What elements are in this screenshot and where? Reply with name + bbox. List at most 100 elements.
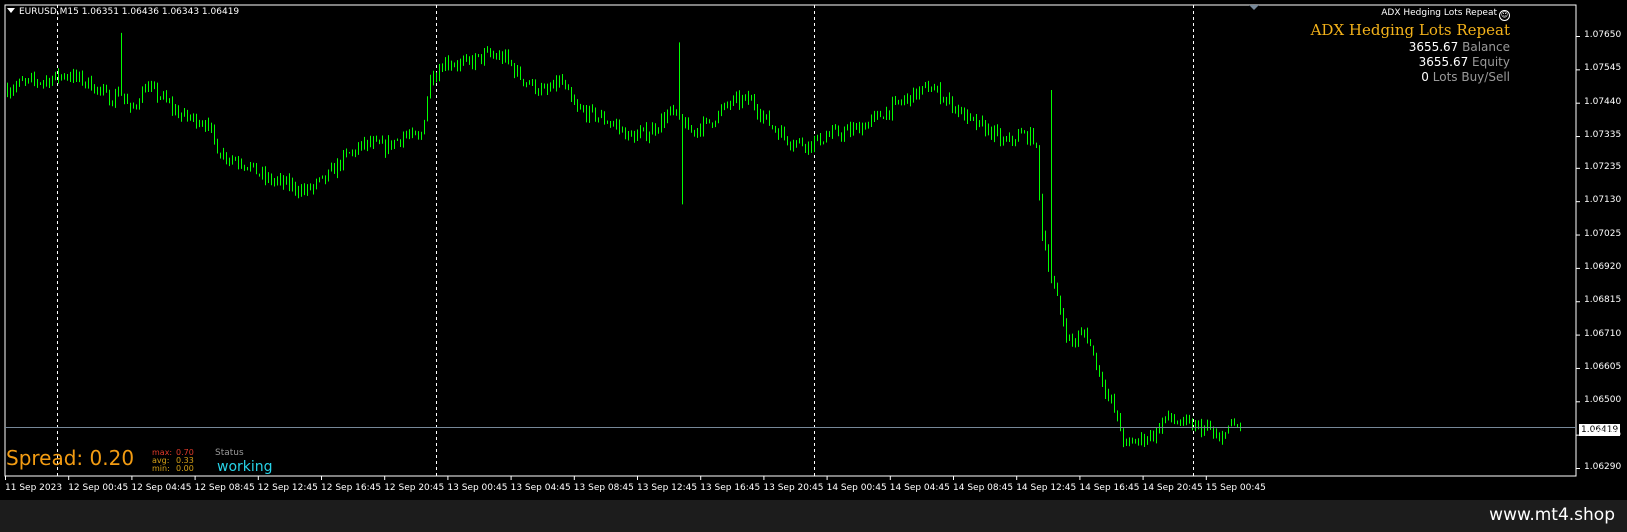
candle-body	[1087, 331, 1088, 342]
candle-body	[898, 100, 899, 103]
candle-body	[547, 87, 548, 90]
time-label: 13 Sep 04:45	[510, 483, 571, 493]
candle-body	[976, 118, 977, 127]
candle-body	[1162, 420, 1163, 432]
candle-body	[1102, 372, 1103, 385]
candle-body	[700, 128, 701, 133]
candle-body	[994, 129, 995, 138]
candle-body	[1195, 423, 1196, 430]
candle-body	[865, 125, 866, 129]
time-label: 12 Sep 12:45	[257, 483, 318, 493]
candle-body	[1231, 422, 1232, 426]
chevron-down-icon[interactable]	[7, 8, 15, 13]
candle-body	[73, 72, 74, 80]
candle-body	[1024, 132, 1025, 134]
candle-body	[1000, 131, 1001, 142]
candle-body	[541, 87, 542, 93]
chart-window[interactable]: EURUSD,M15 1.06351 1.06436 1.06343 1.064…	[0, 0, 1627, 500]
candle-body	[1201, 423, 1202, 434]
candle-body	[76, 72, 77, 79]
candle-body	[316, 180, 317, 186]
candle-body	[280, 177, 281, 180]
candle-body	[127, 99, 128, 104]
candle-body	[1141, 435, 1142, 441]
candle-body	[916, 88, 917, 98]
candle-body	[625, 128, 626, 140]
candle-body	[322, 175, 323, 178]
candle-body	[40, 83, 41, 85]
candle-body	[1135, 440, 1136, 444]
time-label: 12 Sep 00:45	[68, 483, 129, 493]
candle-body	[16, 84, 17, 89]
candle-body	[130, 103, 131, 108]
candle-body	[1225, 432, 1226, 436]
candle-body	[775, 127, 776, 131]
candle-body	[1129, 440, 1130, 442]
candle-body	[769, 114, 770, 126]
candle-body	[154, 85, 155, 87]
balance-row: 3655.67 Balance	[1311, 40, 1510, 55]
candle-body	[895, 100, 896, 102]
candle-body	[1003, 139, 1004, 142]
candle-body	[1219, 437, 1220, 441]
candle-body	[184, 110, 185, 116]
candle-body	[1093, 345, 1094, 354]
candle-body	[538, 91, 539, 93]
candle-body	[1021, 132, 1022, 134]
candle-body	[1180, 423, 1181, 425]
candle-body	[175, 108, 176, 111]
candle-body	[148, 86, 149, 92]
candle-body	[571, 89, 572, 99]
candle-body	[652, 126, 653, 135]
candle-body	[328, 170, 329, 181]
candle-body	[301, 188, 302, 194]
candle-body	[559, 78, 560, 87]
balance-label: Balance	[1462, 40, 1510, 54]
candle-body	[502, 54, 503, 61]
candle-body	[676, 111, 677, 113]
candle-body	[253, 163, 254, 166]
candle-body	[295, 183, 296, 192]
candle-body	[157, 86, 158, 98]
candle-body	[124, 93, 125, 100]
candle-body	[487, 50, 488, 52]
candle-body	[997, 129, 998, 132]
candle-body	[259, 174, 260, 176]
candle-body	[961, 108, 962, 114]
price-label: 1.06815	[1584, 295, 1622, 306]
candle-body	[787, 136, 788, 144]
candle-body	[811, 141, 812, 149]
candle-body	[247, 167, 248, 169]
candle-body	[745, 95, 746, 99]
candle-body	[814, 139, 815, 149]
equity-value: 3655.67	[1418, 55, 1469, 69]
candle-body	[1018, 133, 1019, 142]
candle-body	[469, 58, 470, 60]
candle-body	[820, 135, 821, 144]
candle-body	[985, 122, 986, 134]
candle-body	[1210, 425, 1211, 429]
candle-body	[244, 165, 245, 168]
candle-body	[661, 117, 662, 129]
candle-body	[799, 139, 800, 142]
candle-body	[1150, 432, 1151, 440]
candle-body	[181, 115, 182, 118]
candle-body	[946, 99, 947, 101]
candle-body	[376, 140, 377, 142]
candle-body	[550, 87, 551, 90]
candle-body	[664, 117, 665, 123]
candle-body	[1105, 384, 1106, 395]
candle-body	[256, 163, 257, 175]
candle-body	[706, 119, 707, 121]
candle-body	[1234, 422, 1235, 426]
candle-body	[952, 97, 953, 111]
candle-body	[97, 87, 98, 93]
time-label: 11 Sep 2023	[5, 483, 63, 493]
candle-body	[43, 81, 44, 84]
candle-body	[1237, 425, 1238, 427]
candle-body	[508, 52, 509, 61]
candle-body	[1006, 139, 1007, 141]
candle-body	[220, 153, 221, 159]
candle-body	[346, 152, 347, 154]
candle-body	[751, 98, 752, 101]
